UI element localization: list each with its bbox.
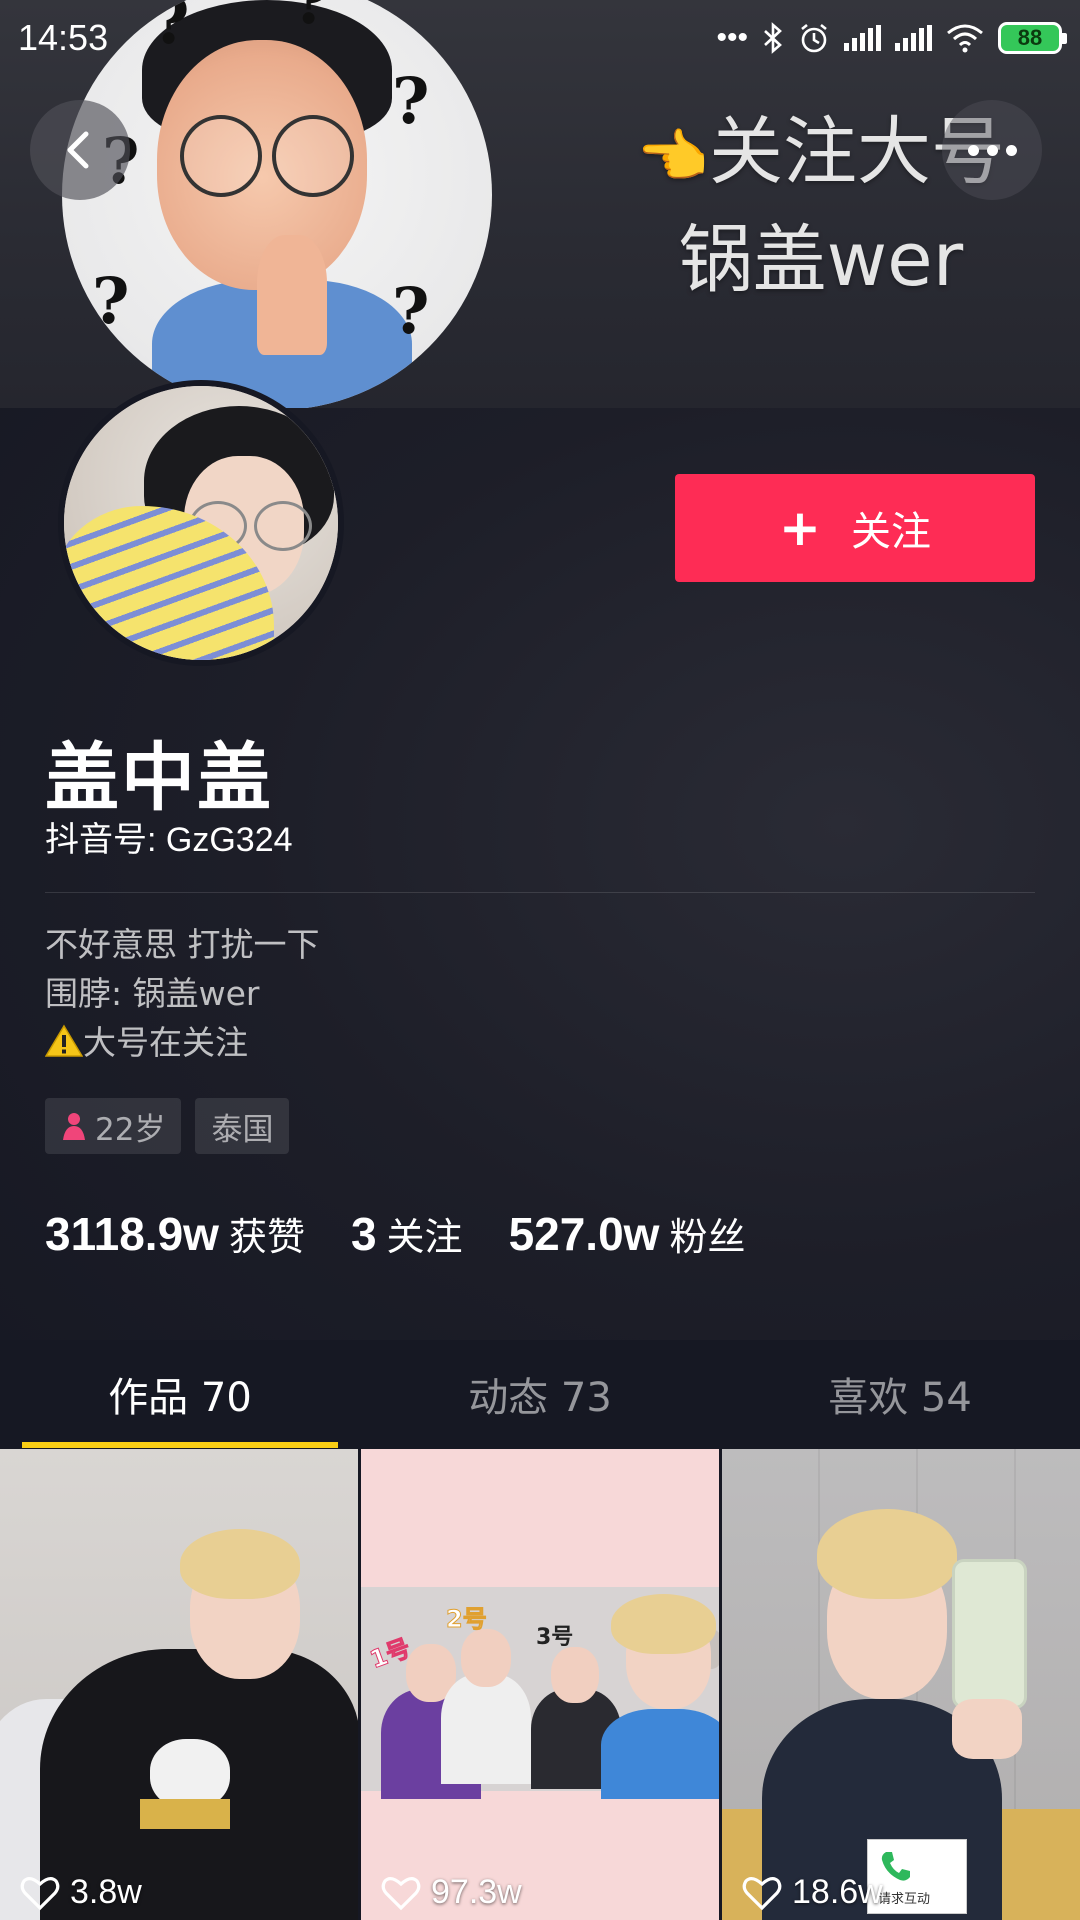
tab-works[interactable]: 作品 70 (0, 1340, 360, 1448)
back-button[interactable] (30, 100, 130, 200)
female-icon (63, 1113, 85, 1140)
avatar[interactable] (58, 380, 344, 666)
tab-activity[interactable]: 动态 73 (360, 1340, 720, 1448)
status-bar: 14:53 ••• 88 (0, 0, 1080, 76)
likes-label: 获赞 (228, 1215, 305, 1259)
bio-line-1: 不好意思 打扰一下 (45, 925, 320, 964)
video-thumbnail[interactable]: 请求互动 18.6w (722, 1449, 1080, 1920)
video-likes-count: 3.8w (70, 1873, 142, 1911)
profile-stats: 3118.9w 获赞 3 关注 527.0w 粉丝 (45, 1206, 791, 1261)
location-tag-label: 泰国 (211, 1111, 274, 1148)
followers-stat[interactable]: 527.0w 粉丝 (509, 1206, 746, 1261)
video-overlay-label-2: 2号 (446, 1605, 488, 1634)
warning-icon (45, 1024, 83, 1057)
followers-label: 粉丝 (669, 1215, 746, 1259)
follow-button[interactable]: + 关注 (675, 474, 1035, 582)
video-likes: 97.3w (381, 1873, 522, 1912)
following-count: 3 (350, 1208, 377, 1260)
alarm-icon (801, 23, 827, 53)
follow-button-label: 关注 (850, 509, 931, 555)
video-likes: 3.8w (20, 1873, 142, 1912)
video-likes: 18.6w (742, 1873, 883, 1912)
location-tag: 泰国 (195, 1098, 290, 1154)
profile-tabs: 作品 70 动态 73 喜欢 54 (0, 1340, 1080, 1448)
heart-outline-icon (381, 1876, 421, 1910)
bio: 不好意思 打扰一下 围脖: 锅盖wer 大号在关注 (45, 920, 320, 1067)
plus-icon: + (779, 499, 821, 557)
pointing-hand-icon: 👈 (636, 122, 709, 191)
video-grid: 3.8w 1号 2号 3号 97.3w 请求互动 18.6w (0, 1449, 1080, 1920)
signal-icon-2 (895, 25, 932, 51)
heart-outline-icon (20, 1876, 60, 1910)
sticker-text: 请求互动 (878, 1892, 931, 1907)
video-thumbnail[interactable]: 1号 2号 3号 97.3w (361, 1449, 719, 1920)
age-tag-label: 22岁 (95, 1111, 166, 1148)
profile-name: 盖中盖 (45, 735, 273, 821)
divider (45, 892, 1035, 893)
bio-line-3-text: 大号在关注 (83, 1023, 248, 1062)
signal-icon-1 (844, 25, 881, 51)
likes-count: 3118.9w (45, 1208, 219, 1260)
followers-count: 527.0w (508, 1208, 660, 1260)
bluetooth-icon (764, 22, 782, 54)
bio-line-2: 围脖: 锅盖wer (45, 974, 260, 1013)
video-likes-count: 97.3w (431, 1873, 522, 1911)
profile-tags: 22岁 泰国 (45, 1098, 290, 1154)
chevron-left-icon (67, 131, 89, 169)
video-thumbnail[interactable]: 3.8w (0, 1449, 358, 1920)
following-label: 关注 (386, 1215, 463, 1259)
wifi-icon (947, 24, 983, 53)
likes-stat: 3118.9w 获赞 (45, 1206, 305, 1261)
status-time: 14:53 (18, 17, 109, 58)
more-dots-icon (967, 144, 979, 156)
video-overlay-label-3: 3号 (536, 1625, 574, 1650)
tab-likes[interactable]: 喜欢 54 (720, 1340, 1080, 1448)
battery-icon: 88 (998, 22, 1067, 54)
following-stat[interactable]: 3 关注 (351, 1206, 463, 1261)
bio-line-3: 大号在关注 (45, 1018, 320, 1067)
cover-text-line2: 锅盖wer (678, 217, 964, 304)
account-id[interactable]: 抖音号: GzG324 (45, 812, 293, 861)
age-tag: 22岁 (45, 1098, 182, 1154)
video-likes-count: 18.6w (792, 1873, 883, 1911)
heart-outline-icon (742, 1876, 782, 1910)
more-notifications-icon: ••• (716, 21, 748, 54)
more-button[interactable] (942, 100, 1042, 200)
